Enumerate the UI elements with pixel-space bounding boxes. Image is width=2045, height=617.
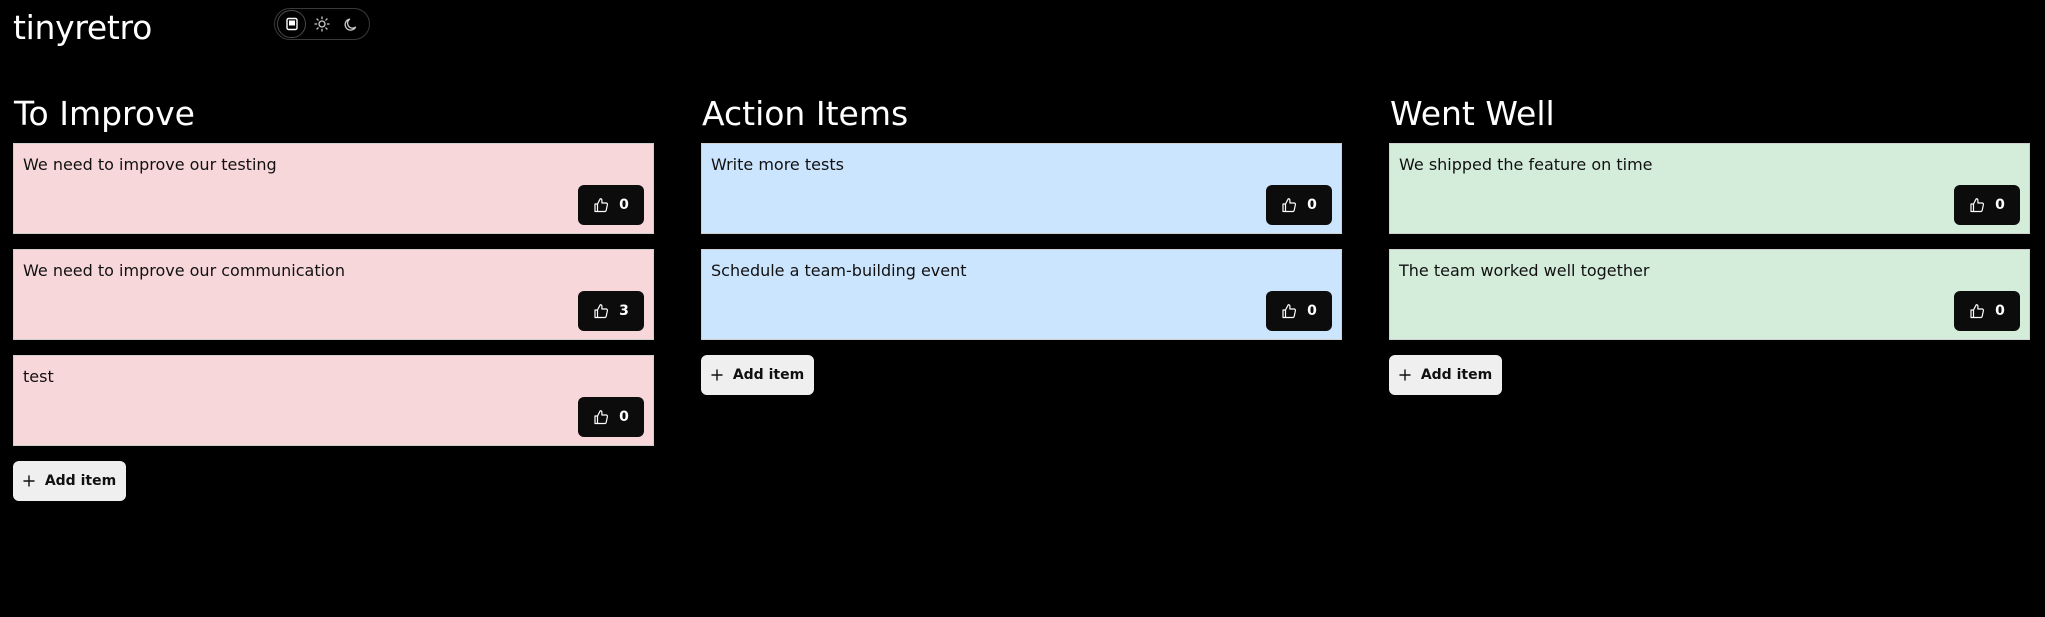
add-item-button[interactable]: Add item xyxy=(1389,355,1502,395)
column-to-improve: To Improve We need to improve our testin… xyxy=(13,92,654,501)
column-action-items: Action Items Write more tests 0 Schedule… xyxy=(701,92,1342,395)
thumbs-up-icon xyxy=(594,304,609,319)
card-text: We shipped the feature on time xyxy=(1399,155,1653,174)
thumbs-up-icon xyxy=(1282,304,1297,319)
retro-card: Schedule a team-building event 0 xyxy=(701,249,1342,340)
card-text: Schedule a team-building event xyxy=(711,261,967,280)
plus-icon xyxy=(23,475,35,487)
upvote-button[interactable]: 3 xyxy=(578,291,644,331)
vote-count: 0 xyxy=(619,197,629,213)
card-text: Write more tests xyxy=(711,155,844,174)
card-text: We need to improve our communication xyxy=(23,261,345,280)
theme-dark-button[interactable] xyxy=(337,10,366,38)
plus-icon xyxy=(711,369,723,381)
vote-count: 0 xyxy=(619,409,629,425)
column-went-well: Went Well We shipped the feature on time… xyxy=(1389,92,2030,395)
theme-light-button[interactable] xyxy=(307,10,336,38)
retro-card: Write more tests 0 xyxy=(701,143,1342,234)
add-item-label: Add item xyxy=(1420,367,1493,383)
theme-switcher xyxy=(274,8,370,40)
thumbs-up-icon xyxy=(594,410,609,425)
upvote-button[interactable]: 0 xyxy=(1266,185,1332,225)
upvote-button[interactable]: 0 xyxy=(1954,185,2020,225)
upvote-button[interactable]: 0 xyxy=(578,185,644,225)
plus-icon xyxy=(1399,369,1411,381)
thumbs-up-icon xyxy=(1970,198,1985,213)
retro-card: We need to improve our communication 3 xyxy=(13,249,654,340)
vote-count: 0 xyxy=(1995,303,2005,319)
upvote-button[interactable]: 0 xyxy=(1266,291,1332,331)
vote-count: 0 xyxy=(1307,303,1317,319)
thumbs-up-icon xyxy=(594,198,609,213)
moon-icon xyxy=(344,18,357,31)
card-text: We need to improve our testing xyxy=(23,155,277,174)
app-root: tinyretro To Improve We need to improve … xyxy=(0,0,2045,617)
column-title: Action Items xyxy=(702,94,909,133)
thumbs-up-icon xyxy=(1970,304,1985,319)
card-text: The team worked well together xyxy=(1399,261,1650,280)
column-title: To Improve xyxy=(14,94,195,133)
vote-count: 0 xyxy=(1307,197,1317,213)
retro-card: test 0 xyxy=(13,355,654,446)
vote-count: 3 xyxy=(619,303,629,319)
upvote-button[interactable]: 0 xyxy=(578,397,644,437)
system-icon xyxy=(285,17,298,31)
retro-card: The team worked well together 0 xyxy=(1389,249,2030,340)
card-text: test xyxy=(23,367,54,386)
add-item-button[interactable]: Add item xyxy=(701,355,814,395)
upvote-button[interactable]: 0 xyxy=(1954,291,2020,331)
thumbs-up-icon xyxy=(1282,198,1297,213)
retro-card: We need to improve our testing 0 xyxy=(13,143,654,234)
add-item-button[interactable]: Add item xyxy=(13,461,126,501)
add-item-label: Add item xyxy=(732,367,805,383)
app-title: tinyretro xyxy=(13,8,152,47)
column-title: Went Well xyxy=(1390,94,1555,133)
add-item-label: Add item xyxy=(44,473,117,489)
retro-card: We shipped the feature on time 0 xyxy=(1389,143,2030,234)
vote-count: 0 xyxy=(1995,197,2005,213)
theme-system-button[interactable] xyxy=(277,10,307,38)
sun-icon xyxy=(313,16,330,32)
